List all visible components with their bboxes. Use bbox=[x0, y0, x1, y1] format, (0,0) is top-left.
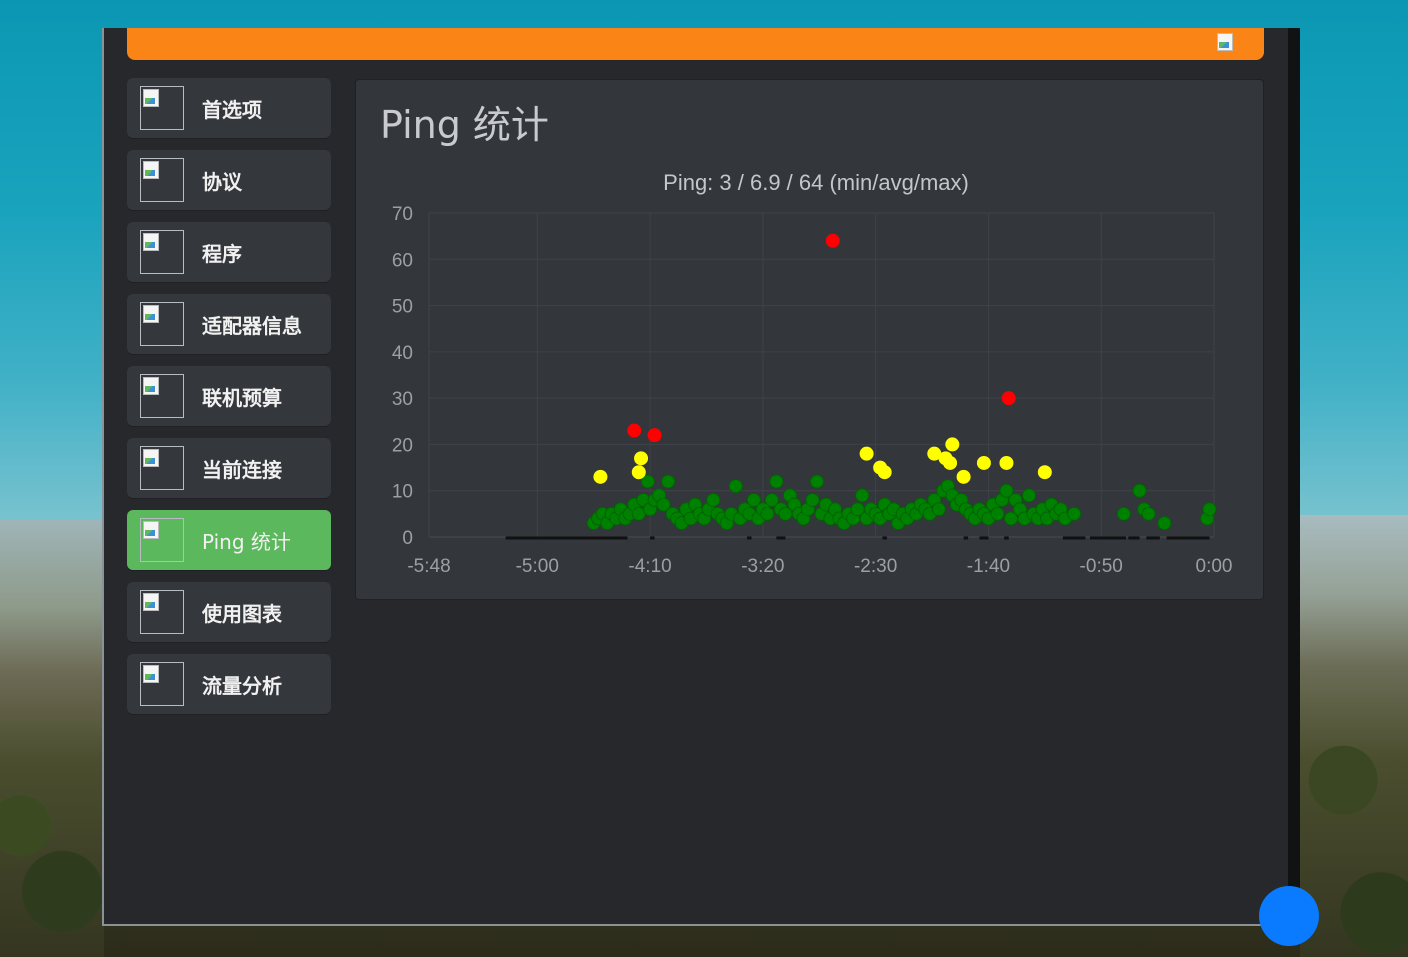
sidebar-item-label: 流量分析 bbox=[202, 673, 282, 698]
sidebar-item-label: Ping 统计 bbox=[202, 529, 291, 554]
ping-point bbox=[1157, 516, 1172, 531]
ping-stats-panel: Ping 统计 0 10 20 30 40 50 60 70 -5:48 -5:00 -4:10 -3… bbox=[355, 79, 1264, 600]
broken-image-icon bbox=[142, 88, 164, 110]
protocol-icon bbox=[140, 158, 184, 202]
x-tick-label: -2:30 bbox=[854, 556, 897, 577]
ping-point bbox=[1116, 506, 1131, 521]
ping-point bbox=[805, 492, 820, 507]
ping-point bbox=[728, 479, 743, 494]
sidebar-item-current-connection[interactable]: 当前连接 bbox=[127, 438, 331, 498]
ping-point bbox=[809, 474, 824, 489]
x-tick-label: -1:40 bbox=[967, 556, 1010, 577]
ping-point bbox=[855, 488, 870, 503]
chart-ticks: 0 10 20 30 40 50 60 70 -5:48 -5:00 -4:10 -3:20 -2:30… bbox=[392, 204, 1233, 577]
program-icon bbox=[140, 230, 184, 274]
y-tick-label: 50 bbox=[392, 297, 413, 318]
y-tick-label: 0 bbox=[402, 528, 413, 549]
ping-point bbox=[976, 455, 991, 470]
sidebar-item-ping-stats[interactable]: Ping 统计 bbox=[127, 510, 331, 570]
ping-point bbox=[1001, 391, 1016, 406]
y-tick-label: 10 bbox=[392, 482, 413, 503]
app-window: 首选项协议程序适配器信息联机预算当前连接 Ping 统计 使用图表流量分析 Ping… bbox=[102, 28, 1300, 926]
broken-image-icon bbox=[142, 520, 164, 542]
sidebar-item-label: 使用图表 bbox=[202, 601, 282, 626]
ping-point bbox=[1132, 483, 1147, 498]
ping-point bbox=[760, 506, 775, 521]
broken-image-icon[interactable] bbox=[1216, 32, 1238, 54]
ping-point bbox=[859, 446, 874, 461]
y-tick-label: 20 bbox=[392, 435, 413, 456]
ping-point bbox=[990, 506, 1005, 521]
sidebar-item-protocol[interactable]: 协议 bbox=[127, 150, 331, 210]
broken-image-icon bbox=[142, 448, 164, 470]
ping-point bbox=[647, 428, 662, 443]
sidebar-item-program[interactable]: 程序 bbox=[127, 222, 331, 282]
broken-image-icon bbox=[142, 304, 164, 326]
sidebar-item-label: 协议 bbox=[202, 169, 242, 194]
ping-point bbox=[1067, 506, 1082, 521]
ping-point bbox=[706, 492, 721, 507]
window-edge bbox=[1288, 28, 1300, 924]
sidebar-item-usage-chart[interactable]: 使用图表 bbox=[127, 582, 331, 642]
broken-image-icon bbox=[142, 376, 164, 398]
broken-image-icon bbox=[142, 664, 164, 686]
online-budget-icon bbox=[140, 374, 184, 418]
ping-point bbox=[943, 455, 958, 470]
ping-point bbox=[1022, 488, 1037, 503]
ping-point bbox=[627, 423, 642, 438]
ping-point bbox=[1037, 465, 1052, 480]
sidebar: 首选项协议程序适配器信息联机预算当前连接 Ping 统计 使用图表流量分析 bbox=[127, 78, 331, 726]
desktop-background-left bbox=[0, 520, 104, 957]
ping-stats-icon bbox=[140, 518, 184, 562]
sidebar-item-online-budget[interactable]: 联机预算 bbox=[127, 366, 331, 426]
ping-point bbox=[877, 465, 892, 480]
x-tick-label: 0:00 bbox=[1196, 556, 1233, 577]
ping-point bbox=[634, 451, 649, 466]
y-tick-label: 40 bbox=[392, 343, 413, 364]
x-tick-label: -5:48 bbox=[407, 556, 450, 577]
desktop-background-right bbox=[1300, 515, 1408, 957]
current-connection-icon bbox=[140, 446, 184, 490]
x-tick-label: -4:10 bbox=[628, 556, 671, 577]
ping-point bbox=[769, 474, 784, 489]
ping-point bbox=[631, 465, 646, 480]
ping-point bbox=[1141, 506, 1156, 521]
ping-point bbox=[945, 437, 960, 452]
sidebar-item-adapter-info[interactable]: 适配器信息 bbox=[127, 294, 331, 354]
x-tick-label: -0:50 bbox=[1080, 556, 1123, 577]
ping-point bbox=[593, 469, 608, 484]
broken-image-icon bbox=[142, 592, 164, 614]
y-tick-label: 70 bbox=[392, 204, 413, 225]
chart-grid bbox=[428, 212, 1215, 538]
ping-point bbox=[825, 233, 840, 248]
corner-badge[interactable] bbox=[1259, 886, 1319, 946]
sidebar-item-label: 联机预算 bbox=[202, 385, 282, 410]
broken-image-icon bbox=[142, 232, 164, 254]
x-tick-label: -3:20 bbox=[741, 556, 784, 577]
ping-point bbox=[1202, 502, 1217, 517]
broken-image-icon bbox=[142, 160, 164, 182]
usage-chart-icon bbox=[140, 590, 184, 634]
top-bar bbox=[127, 28, 1264, 60]
traffic-analysis-icon bbox=[140, 662, 184, 706]
preferences-icon bbox=[140, 86, 184, 130]
ping-chart: 0 10 20 30 40 50 60 70 -5:48 -5:00 -4:10 -3:20 -2:30… bbox=[392, 170, 1233, 577]
sidebar-item-label: 首选项 bbox=[202, 97, 262, 122]
ping-point bbox=[931, 502, 946, 517]
y-tick-label: 30 bbox=[392, 389, 413, 410]
sidebar-item-label: 程序 bbox=[202, 241, 242, 266]
ping-point bbox=[999, 455, 1014, 470]
sidebar-item-label: 当前连接 bbox=[202, 457, 282, 482]
chart-points bbox=[586, 233, 1217, 531]
sidebar-item-label: 适配器信息 bbox=[202, 313, 302, 338]
y-tick-label: 60 bbox=[392, 250, 413, 271]
chart-title: Ping: 3 / 6.9 / 64 (min/avg/max) bbox=[663, 170, 969, 195]
ping-point bbox=[956, 469, 971, 484]
x-tick-label: -5:00 bbox=[516, 556, 559, 577]
adapter-info-icon bbox=[140, 302, 184, 346]
ping-point bbox=[661, 474, 676, 489]
sidebar-item-preferences[interactable]: 首选项 bbox=[127, 78, 331, 138]
sidebar-item-traffic-analysis[interactable]: 流量分析 bbox=[127, 654, 331, 714]
